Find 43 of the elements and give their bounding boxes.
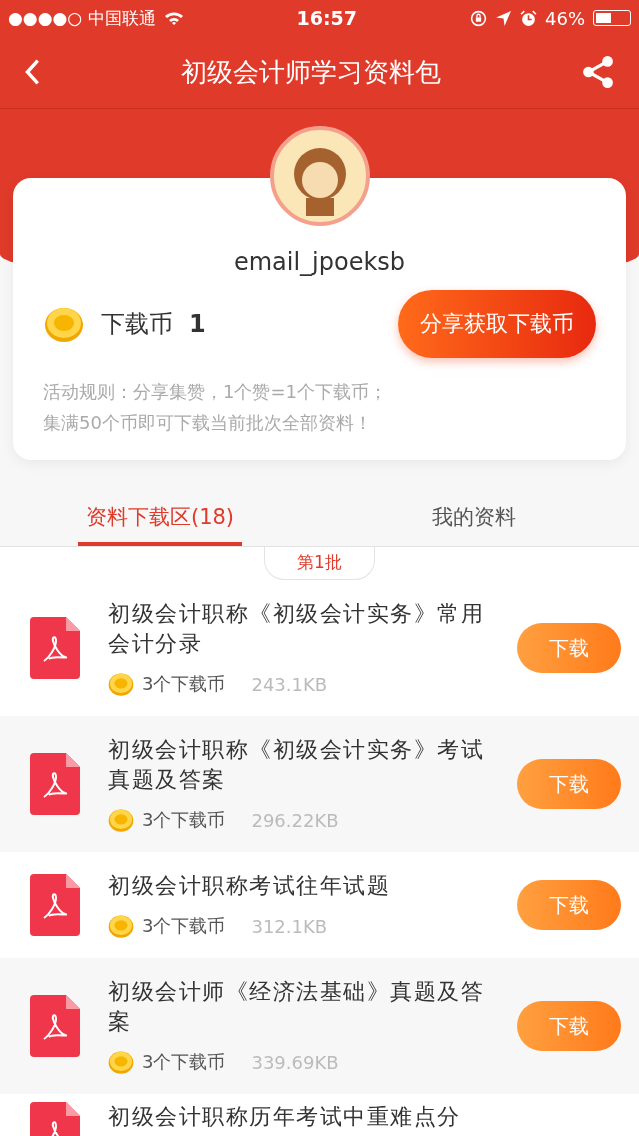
file-title: 初级会计职称《初级会计实务》考试真题及答案 — [108, 736, 485, 794]
pdf-file-icon — [30, 753, 80, 815]
file-row[interactable]: 初级会计职称《初级会计实务》常用会计分录 3个下载币 243.1KB 下载 — [0, 580, 639, 716]
wifi-icon — [163, 10, 184, 26]
username: email_jpoeksb — [232, 248, 407, 276]
coin-label: 下载币 — [101, 309, 173, 340]
file-title: 初级会计职称《初级会计实务》常用会计分录 — [108, 600, 485, 658]
battery-icon — [593, 10, 631, 26]
file-row[interactable]: 初级会计职称考试往年试题 3个下载币 312.1KB 下载 — [0, 852, 639, 958]
coin-cost: 3个下载币 — [142, 808, 226, 832]
file-title: 初级会计职称历年考试中重难点分 — [108, 1103, 462, 1131]
rules-text: 活动规则：分享集赞，1个赞=1个下载币； — [43, 380, 388, 404]
battery-percent: 46% — [545, 7, 585, 29]
tab[interactable]: 我的资料 — [308, 488, 639, 546]
tab[interactable]: 资料下载区(18) — [78, 488, 242, 546]
pdf-file-icon — [30, 617, 80, 679]
rotation-lock-icon — [470, 9, 487, 27]
location-arrow-icon — [495, 9, 512, 27]
rules-text: 集满50个币即可下载当前批次全部资料！ — [43, 411, 373, 435]
file-title: 初级会计师《经济法基础》真题及答案 — [108, 978, 485, 1036]
coin-icon — [108, 1049, 134, 1075]
coin-icon — [108, 671, 134, 697]
carrier-signal: ●●●●○ 中国联通 — [8, 6, 156, 30]
file-size: 296.22KB — [251, 809, 339, 831]
coin-cost: 3个下载币 — [142, 672, 226, 696]
file-title: 初级会计职称考试往年试题 — [108, 872, 391, 900]
pdf-file-icon — [30, 995, 80, 1057]
page-title: 初级会计师学习资料包 — [179, 55, 442, 89]
share-icon[interactable] — [581, 55, 615, 89]
coin-icon — [108, 913, 134, 939]
share-for-coins-button[interactable]: 分享获取下载币 — [398, 290, 596, 358]
alarm-icon — [520, 9, 537, 27]
coin-count: 1 — [189, 310, 206, 338]
coin-icon — [108, 807, 134, 833]
file-row[interactable]: 初级会计职称历年考试中重难点分 — [0, 1094, 639, 1136]
file-size: 339.69KB — [251, 1051, 339, 1073]
file-size: 243.1KB — [251, 673, 328, 695]
pdf-file-icon — [30, 874, 80, 936]
back-icon[interactable] — [24, 58, 40, 86]
clock-time: 16:57 — [296, 7, 358, 29]
coin-cost: 3个下载币 — [142, 914, 226, 938]
file-size: 312.1KB — [251, 915, 328, 937]
coin-cost: 3个下载币 — [142, 1050, 226, 1074]
